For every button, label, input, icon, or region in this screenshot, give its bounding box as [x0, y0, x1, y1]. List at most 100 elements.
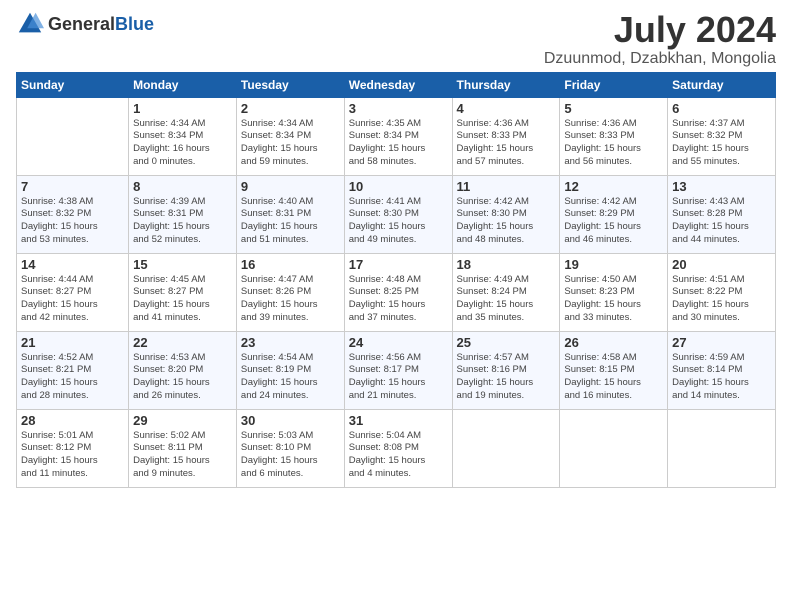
calendar-cell: 8Sunrise: 4:39 AM Sunset: 8:31 PM Daylig…: [129, 175, 237, 253]
day-number: 5: [564, 101, 663, 116]
calendar-cell: 27Sunrise: 4:59 AM Sunset: 8:14 PM Dayli…: [668, 331, 776, 409]
col-sunday: Sunday: [17, 72, 129, 97]
day-number: 9: [241, 179, 340, 194]
day-info: Sunrise: 4:45 AM Sunset: 8:27 PM Dayligh…: [133, 274, 232, 325]
day-info: Sunrise: 4:49 AM Sunset: 8:24 PM Dayligh…: [457, 274, 556, 325]
day-number: 15: [133, 257, 232, 272]
calendar-cell: 21 Sunrise: 4:52 AM Sunset: 8:21 PM Dayli…: [17, 331, 129, 409]
day-info: Sunrise: 4:53 AM Sunset: 8:20 PM Dayligh…: [133, 352, 232, 403]
calendar-cell: 14 Sunrise: 4:44 AM Sunset: 8:27 PM Dayli…: [17, 253, 129, 331]
calendar-cell: [668, 409, 776, 487]
calendar-week-3: 14 Sunrise: 4:44 AM Sunset: 8:27 PM Dayli…: [17, 253, 776, 331]
col-thursday: Thursday: [452, 72, 560, 97]
day-number: 14: [21, 257, 124, 272]
day-info: Sunrise: 4:59 AM Sunset: 8:14 PM Dayligh…: [672, 352, 771, 403]
logo: GeneralBlue: [16, 10, 154, 38]
calendar-cell: 7 Sunrise: 4:38 AM Sunset: 8:32 PM Daylig…: [17, 175, 129, 253]
day-info: Sunrise: 4:56 AM Sunset: 8:17 PM Dayligh…: [349, 352, 448, 403]
calendar-week-2: 7 Sunrise: 4:38 AM Sunset: 8:32 PM Daylig…: [17, 175, 776, 253]
calendar-cell: 12 Sunrise: 4:42 AM Sunset: 8:29 PM Dayli…: [560, 175, 668, 253]
day-number: 20: [672, 257, 771, 272]
calendar-cell: 31 Sunrise: 5:04 AM Sunset: 8:08 PM Dayli…: [344, 409, 452, 487]
calendar-cell: 24 Sunrise: 4:56 AM Sunset: 8:17 PM Dayli…: [344, 331, 452, 409]
day-info: Sunrise: 4:44 AM Sunset: 8:27 PM Dayligh…: [21, 274, 124, 325]
title-section: July 2024 Dzuunmod, Dzabkhan, Mongolia: [544, 10, 776, 68]
calendar-cell: 18 Sunrise: 4:49 AM Sunset: 8:24 PM Dayli…: [452, 253, 560, 331]
day-info: Sunrise: 4:42 AM Sunset: 8:29 PM Dayligh…: [564, 196, 663, 247]
calendar-cell: 4Sunrise: 4:36 AM Sunset: 8:33 PM Daylig…: [452, 97, 560, 175]
calendar-table: Sunday Monday Tuesday Wednesday Thursday…: [16, 72, 776, 488]
day-number: 16: [241, 257, 340, 272]
day-info: Sunrise: 4:36 AM Sunset: 8:33 PM Dayligh…: [457, 118, 556, 169]
day-number: 22: [133, 335, 232, 350]
day-info: Sunrise: 4:37 AM Sunset: 8:32 PM Dayligh…: [672, 118, 771, 169]
month-title: July 2024: [544, 10, 776, 50]
day-info: Sunrise: 4:34 AM Sunset: 8:34 PM Dayligh…: [241, 118, 340, 169]
col-tuesday: Tuesday: [236, 72, 344, 97]
location-title: Dzuunmod, Dzabkhan, Mongolia: [544, 50, 776, 68]
day-number: 12: [564, 179, 663, 194]
day-info: Sunrise: 4:50 AM Sunset: 8:23 PM Dayligh…: [564, 274, 663, 325]
calendar-week-4: 21 Sunrise: 4:52 AM Sunset: 8:21 PM Dayli…: [17, 331, 776, 409]
day-info: Sunrise: 5:02 AM Sunset: 8:11 PM Dayligh…: [133, 430, 232, 481]
calendar-cell: [452, 409, 560, 487]
day-info: Sunrise: 4:57 AM Sunset: 8:16 PM Dayligh…: [457, 352, 556, 403]
calendar-cell: 17Sunrise: 4:48 AM Sunset: 8:25 PM Dayli…: [344, 253, 452, 331]
day-info: Sunrise: 4:58 AM Sunset: 8:15 PM Dayligh…: [564, 352, 663, 403]
day-info: Sunrise: 4:54 AM Sunset: 8:19 PM Dayligh…: [241, 352, 340, 403]
day-info: Sunrise: 5:04 AM Sunset: 8:08 PM Dayligh…: [349, 430, 448, 481]
day-info: Sunrise: 4:36 AM Sunset: 8:33 PM Dayligh…: [564, 118, 663, 169]
day-number: 7: [21, 179, 124, 194]
day-number: 29: [133, 413, 232, 428]
logo-general-text: GeneralBlue: [48, 14, 154, 35]
day-number: 11: [457, 179, 556, 194]
calendar-cell: 19 Sunrise: 4:50 AM Sunset: 8:23 PM Dayli…: [560, 253, 668, 331]
day-info: Sunrise: 4:39 AM Sunset: 8:31 PM Dayligh…: [133, 196, 232, 247]
calendar-cell: 16 Sunrise: 4:47 AM Sunset: 8:26 PM Dayli…: [236, 253, 344, 331]
day-info: Sunrise: 4:51 AM Sunset: 8:22 PM Dayligh…: [672, 274, 771, 325]
day-number: 10: [349, 179, 448, 194]
calendar-cell: 1Sunrise: 4:34 AM Sunset: 8:34 PM Daylig…: [129, 97, 237, 175]
day-info: Sunrise: 4:35 AM Sunset: 8:34 PM Dayligh…: [349, 118, 448, 169]
col-monday: Monday: [129, 72, 237, 97]
day-number: 17: [349, 257, 448, 272]
day-number: 18: [457, 257, 556, 272]
calendar-cell: 11 Sunrise: 4:42 AM Sunset: 8:30 PM Dayli…: [452, 175, 560, 253]
calendar-week-1: 1Sunrise: 4:34 AM Sunset: 8:34 PM Daylig…: [17, 97, 776, 175]
calendar-container: GeneralBlue July 2024 Dzuunmod, Dzabkhan…: [0, 0, 792, 494]
day-info: Sunrise: 5:03 AM Sunset: 8:10 PM Dayligh…: [241, 430, 340, 481]
calendar-cell: 30Sunrise: 5:03 AM Sunset: 8:10 PM Dayli…: [236, 409, 344, 487]
day-info: Sunrise: 4:40 AM Sunset: 8:31 PM Dayligh…: [241, 196, 340, 247]
header-row-days: Sunday Monday Tuesday Wednesday Thursday…: [17, 72, 776, 97]
day-info: Sunrise: 4:41 AM Sunset: 8:30 PM Dayligh…: [349, 196, 448, 247]
calendar-cell: 28 Sunrise: 5:01 AM Sunset: 8:12 PM Dayli…: [17, 409, 129, 487]
col-wednesday: Wednesday: [344, 72, 452, 97]
col-saturday: Saturday: [668, 72, 776, 97]
day-number: 24: [349, 335, 448, 350]
calendar-cell: 25Sunrise: 4:57 AM Sunset: 8:16 PM Dayli…: [452, 331, 560, 409]
day-info: Sunrise: 4:42 AM Sunset: 8:30 PM Dayligh…: [457, 196, 556, 247]
day-number: 28: [21, 413, 124, 428]
calendar-cell: 29 Sunrise: 5:02 AM Sunset: 8:11 PM Dayli…: [129, 409, 237, 487]
day-info: Sunrise: 4:38 AM Sunset: 8:32 PM Dayligh…: [21, 196, 124, 247]
day-info: Sunrise: 5:01 AM Sunset: 8:12 PM Dayligh…: [21, 430, 124, 481]
day-number: 19: [564, 257, 663, 272]
col-friday: Friday: [560, 72, 668, 97]
calendar-cell: 23Sunrise: 4:54 AM Sunset: 8:19 PM Dayli…: [236, 331, 344, 409]
calendar-cell: 20 Sunrise: 4:51 AM Sunset: 8:22 PM Dayli…: [668, 253, 776, 331]
logo-icon: [16, 10, 44, 38]
day-number: 21: [21, 335, 124, 350]
header-row: GeneralBlue July 2024 Dzuunmod, Dzabkhan…: [16, 10, 776, 68]
calendar-cell: 2 Sunrise: 4:34 AM Sunset: 8:34 PM Daylig…: [236, 97, 344, 175]
calendar-cell: 26Sunrise: 4:58 AM Sunset: 8:15 PM Dayli…: [560, 331, 668, 409]
day-number: 2: [241, 101, 340, 116]
day-info: Sunrise: 4:43 AM Sunset: 8:28 PM Dayligh…: [672, 196, 771, 247]
day-info: Sunrise: 4:47 AM Sunset: 8:26 PM Dayligh…: [241, 274, 340, 325]
day-info: Sunrise: 4:52 AM Sunset: 8:21 PM Dayligh…: [21, 352, 124, 403]
calendar-cell: 5 Sunrise: 4:36 AM Sunset: 8:33 PM Daylig…: [560, 97, 668, 175]
day-number: 13: [672, 179, 771, 194]
calendar-cell: 15 Sunrise: 4:45 AM Sunset: 8:27 PM Dayli…: [129, 253, 237, 331]
day-number: 31: [349, 413, 448, 428]
day-number: 6: [672, 101, 771, 116]
day-info: Sunrise: 4:34 AM Sunset: 8:34 PM Dayligh…: [133, 118, 232, 169]
